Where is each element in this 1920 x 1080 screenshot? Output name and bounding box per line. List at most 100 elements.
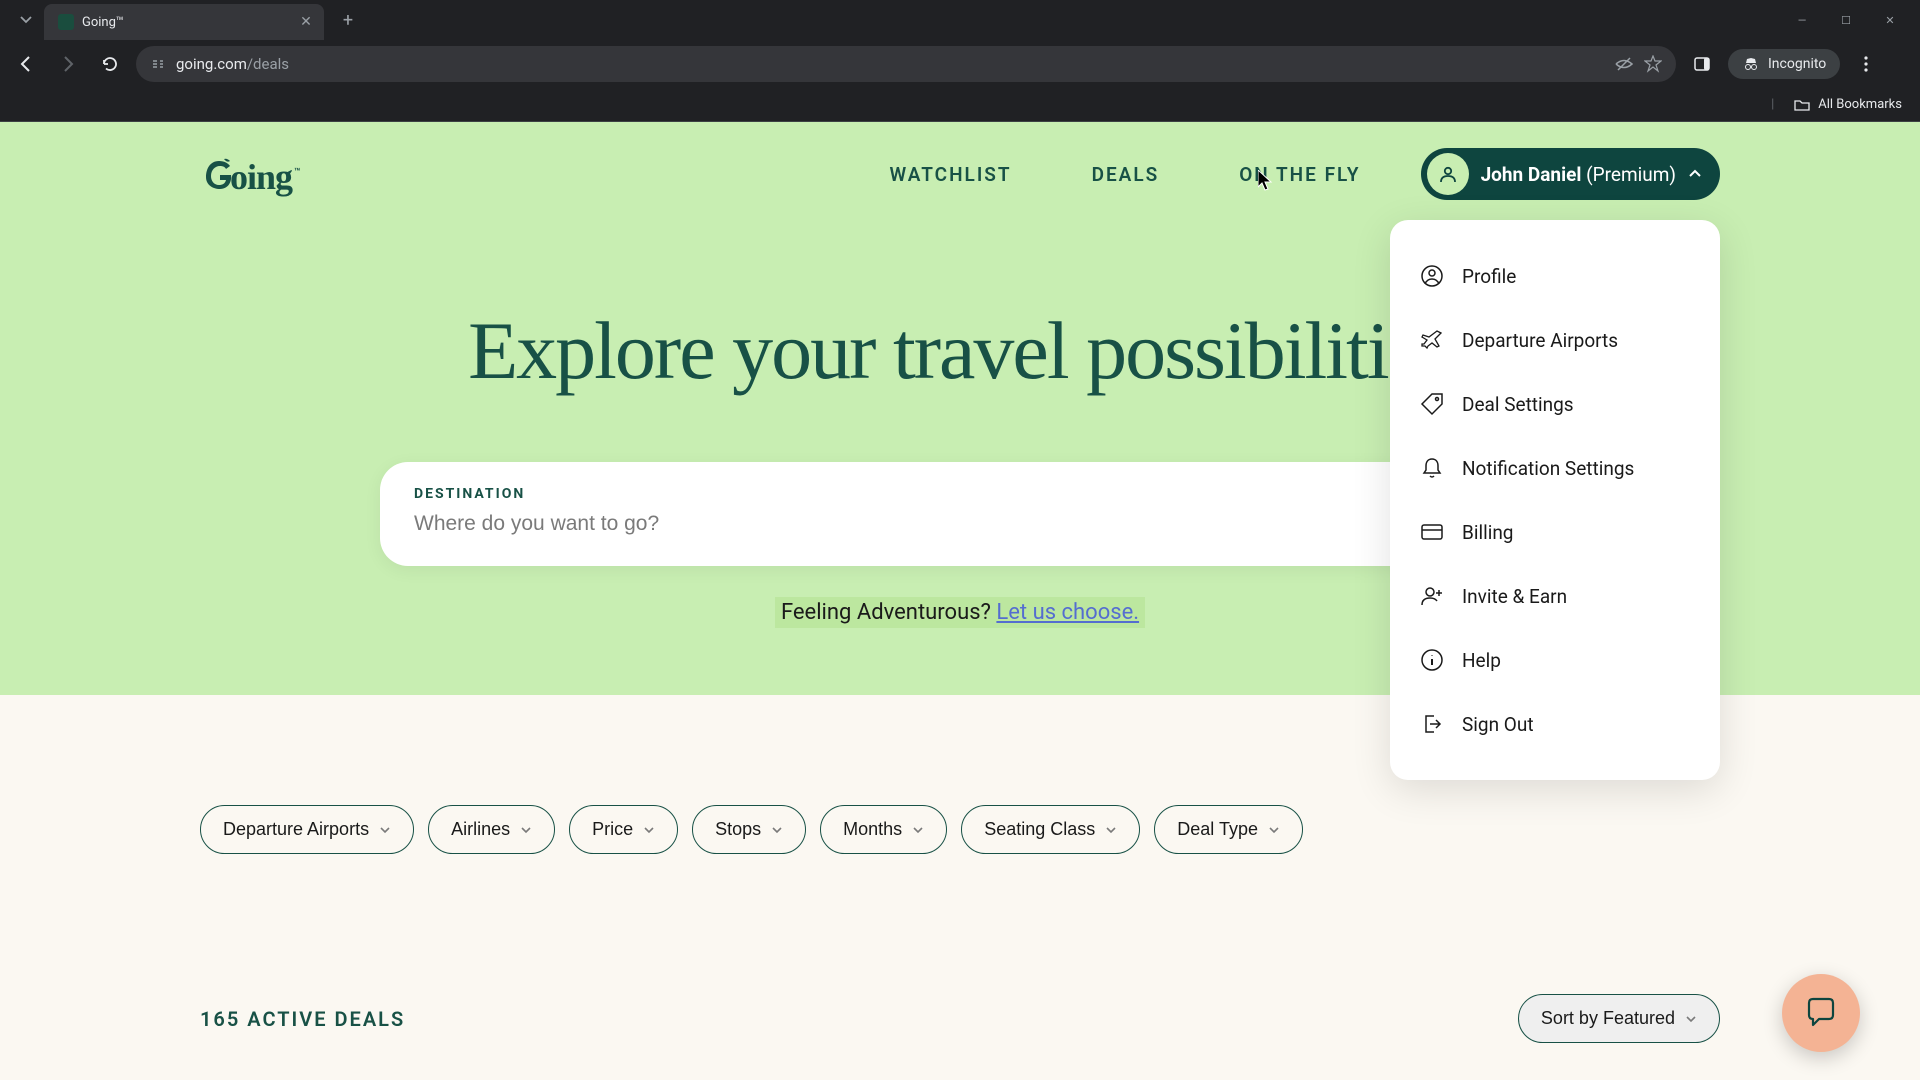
reload-button[interactable] <box>94 48 126 80</box>
menu-invite-earn[interactable]: Invite & Earn <box>1390 564 1720 628</box>
airplane-icon <box>1420 328 1444 352</box>
chat-icon <box>1803 995 1839 1031</box>
let-us-choose-link[interactable]: Let us choose. <box>996 600 1139 625</box>
filter-label: Airlines <box>451 819 510 840</box>
chevron-down-icon <box>379 824 391 836</box>
chevron-down-icon <box>771 824 783 836</box>
side-panel-icon <box>1693 55 1711 73</box>
browser-chrome: Going™ ✕ + — ☐ ✕ going.com/deals <box>0 0 1920 122</box>
logo-trademark: ™ <box>294 167 300 178</box>
user-menu-button[interactable]: John Daniel (Premium) <box>1421 148 1720 200</box>
arrow-right-icon <box>59 55 77 73</box>
logo-mark-icon <box>200 155 238 193</box>
profile-icon <box>1420 264 1444 288</box>
adventurous-text: Feeling Adventurous? <box>781 600 996 625</box>
kebab-icon <box>1864 56 1868 72</box>
user-dropdown-menu: Profile Departure Airports Deal Settings… <box>1390 220 1720 780</box>
menu-billing[interactable]: Billing <box>1390 500 1720 564</box>
nav-deals[interactable]: DEALS <box>1092 163 1160 186</box>
menu-item-label: Invite & Earn <box>1462 585 1567 608</box>
site-settings-icon[interactable] <box>150 56 166 72</box>
chevron-down-icon <box>1105 824 1117 836</box>
address-bar: going.com/deals Incognito <box>0 40 1920 88</box>
user-plus-icon <box>1420 584 1444 608</box>
filter-deal-type[interactable]: Deal Type <box>1154 805 1303 854</box>
site-header: oing ™ WATCHLIST DEALS ON THE FLY John D… <box>0 122 1920 220</box>
menu-help[interactable]: Help <box>1390 628 1720 692</box>
sort-button[interactable]: Sort by Featured <box>1518 994 1720 1043</box>
user-name-label: John Daniel (Premium) <box>1481 163 1676 186</box>
new-tab-button[interactable]: + <box>334 6 362 34</box>
favicon-icon <box>58 14 74 30</box>
chat-button[interactable] <box>1782 974 1860 1052</box>
page-viewport[interactable]: oing ™ WATCHLIST DEALS ON THE FLY John D… <box>0 122 1920 1080</box>
browser-tab[interactable]: Going™ ✕ <box>44 4 324 40</box>
window-controls: — ☐ ✕ <box>1792 10 1920 30</box>
menu-departure-airports[interactable]: Departure Airports <box>1390 308 1720 372</box>
folder-icon <box>1794 97 1810 113</box>
filter-label: Months <box>843 819 902 840</box>
hero-section: oing ™ WATCHLIST DEALS ON THE FLY John D… <box>0 122 1920 725</box>
destination-search-card: DESTINATION <box>380 462 1540 566</box>
bookmark-star-icon[interactable] <box>1644 55 1662 73</box>
maximize-button[interactable]: ☐ <box>1836 10 1856 30</box>
url-text: going.com/deals <box>176 55 1604 73</box>
filter-seating-class[interactable]: Seating Class <box>961 805 1140 854</box>
tab-bar: Going™ ✕ + — ☐ ✕ <box>0 0 1920 40</box>
eye-off-icon[interactable] <box>1614 54 1634 74</box>
separator: | <box>1771 97 1774 112</box>
filter-label: Departure Airports <box>223 819 369 840</box>
incognito-indicator[interactable]: Incognito <box>1728 49 1840 79</box>
chevron-down-icon <box>643 824 655 836</box>
side-panel-button[interactable] <box>1686 48 1718 80</box>
sort-label: Sort by Featured <box>1541 1008 1675 1029</box>
filter-stops[interactable]: Stops <box>692 805 806 854</box>
bell-icon <box>1420 456 1444 480</box>
filter-label: Price <box>592 819 633 840</box>
tabs-dropdown-button[interactable] <box>14 8 38 32</box>
credit-card-icon <box>1420 520 1444 544</box>
filter-price[interactable]: Price <box>569 805 678 854</box>
chevron-down-icon <box>20 14 32 26</box>
bookmarks-bar: | All Bookmarks <box>0 88 1920 122</box>
nav-watchlist[interactable]: WATCHLIST <box>889 163 1011 186</box>
browser-menu-button[interactable] <box>1850 48 1882 80</box>
search-label: DESTINATION <box>414 486 1506 502</box>
close-window-button[interactable]: ✕ <box>1880 10 1900 30</box>
filter-label: Deal Type <box>1177 819 1258 840</box>
info-icon <box>1420 648 1444 672</box>
filter-departure-airports[interactable]: Departure Airports <box>200 805 414 854</box>
filter-months[interactable]: Months <box>820 805 947 854</box>
all-bookmarks-link[interactable]: All Bookmarks <box>1818 97 1902 112</box>
menu-notification-settings[interactable]: Notification Settings <box>1390 436 1720 500</box>
menu-item-label: Notification Settings <box>1462 457 1634 480</box>
menu-item-label: Sign Out <box>1462 713 1534 736</box>
arrow-left-icon <box>17 55 35 73</box>
url-field[interactable]: going.com/deals <box>136 46 1676 82</box>
going-logo[interactable]: oing ™ <box>200 151 300 198</box>
forward-button[interactable] <box>52 48 84 80</box>
user-avatar-icon <box>1427 153 1469 195</box>
menu-item-label: Help <box>1462 649 1501 672</box>
chevron-down-icon <box>912 824 924 836</box>
filter-airlines[interactable]: Airlines <box>428 805 555 854</box>
deals-header: 165 ACTIVE DEALS Sort by Featured <box>200 994 1720 1043</box>
back-button[interactable] <box>10 48 42 80</box>
incognito-icon <box>1742 55 1760 73</box>
url-path: /deals <box>247 55 289 73</box>
incognito-label: Incognito <box>1768 56 1826 72</box>
nav-on-the-fly[interactable]: ON THE FLY <box>1239 163 1360 186</box>
chevron-down-icon <box>1685 1013 1697 1025</box>
chevron-down-icon <box>520 824 532 836</box>
minimize-button[interactable]: — <box>1792 10 1812 30</box>
menu-item-label: Deal Settings <box>1462 393 1574 416</box>
menu-sign-out[interactable]: Sign Out <box>1390 692 1720 756</box>
tag-icon <box>1420 392 1444 416</box>
destination-input[interactable] <box>414 512 1506 536</box>
main-nav: WATCHLIST DEALS ON THE FLY <box>889 163 1360 186</box>
menu-item-label: Departure Airports <box>1462 329 1618 352</box>
chevron-down-icon <box>1268 824 1280 836</box>
tab-close-button[interactable]: ✕ <box>298 14 314 30</box>
menu-deal-settings[interactable]: Deal Settings <box>1390 372 1720 436</box>
menu-profile[interactable]: Profile <box>1390 244 1720 308</box>
